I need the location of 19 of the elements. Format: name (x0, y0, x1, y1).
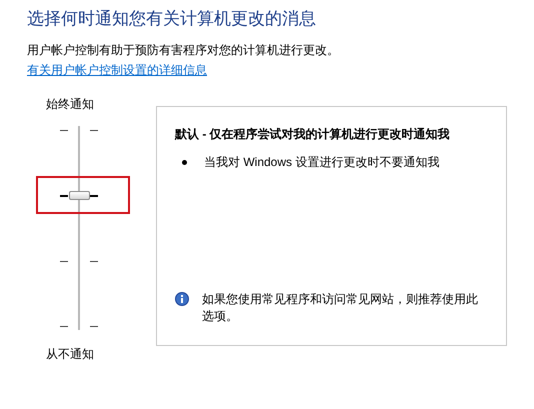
bullet-text: 当我对 Windows 设置进行更改时不要通知我 (204, 154, 440, 170)
page-title: 选择何时通知您有关计算机更改的消息 (27, 8, 317, 30)
slider-bottom-label: 从不通知 (46, 346, 94, 362)
details-link[interactable]: 有关用户帐户控制设置的详细信息 (27, 62, 207, 78)
tick-mark (60, 130, 68, 131)
tick-mark (60, 260, 68, 262)
slider-top-label: 始终通知 (46, 96, 94, 112)
tick-mark (90, 130, 98, 131)
tick-mark (90, 195, 98, 198)
tick-mark (90, 260, 98, 262)
note-text: 如果您使用常见程序和访问常见网站，则推荐使用此选项。 (202, 291, 479, 325)
tick-mark (90, 326, 98, 327)
tick-mark (60, 326, 68, 327)
description-text: 用户帐户控制有助于预防有害程序对您的计算机进行更改。 (27, 42, 340, 58)
bullet-icon (182, 160, 187, 164)
slider-thumb[interactable] (69, 191, 90, 200)
panel-heading: 默认 - 仅在程序尝试对我的计算机进行更改时通知我 (175, 126, 451, 142)
info-icon (175, 292, 189, 306)
tick-mark (60, 195, 68, 198)
